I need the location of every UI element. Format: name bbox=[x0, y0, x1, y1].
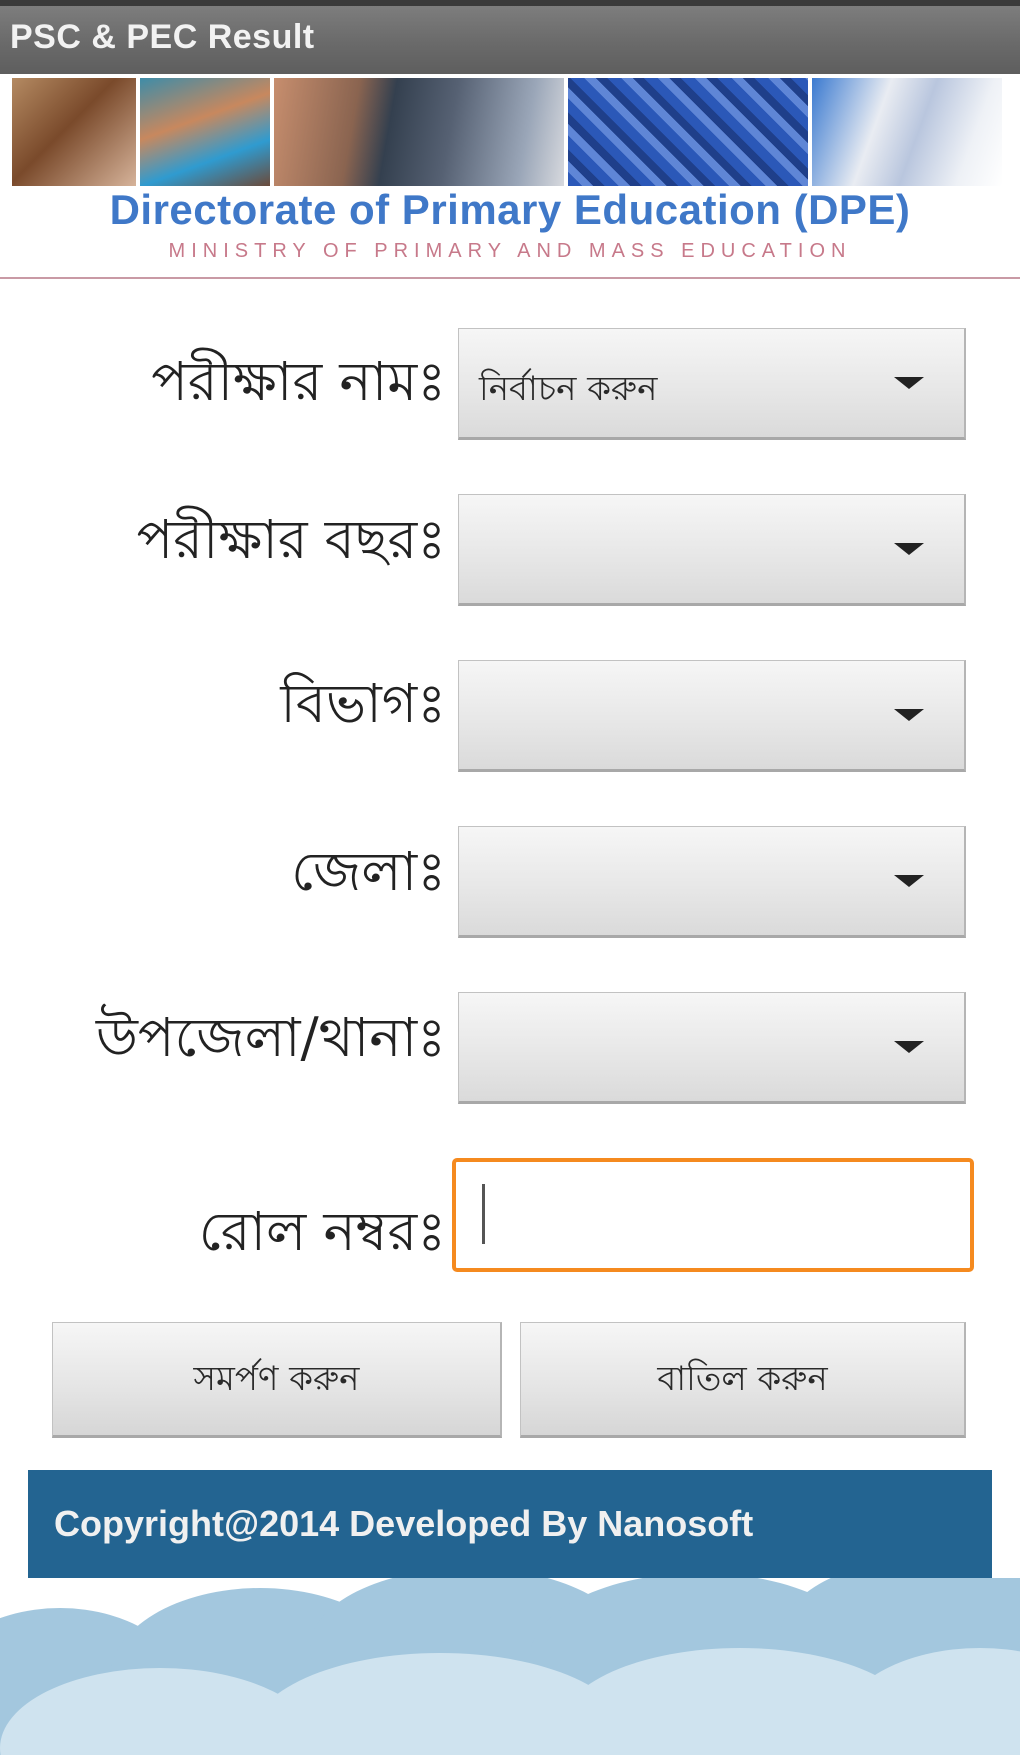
banner-photo-slate bbox=[274, 78, 564, 186]
roll-number-label: রোল নম্বরঃ bbox=[198, 1200, 446, 1263]
dropdown-arrow-icon bbox=[894, 1041, 924, 1053]
upazila-dropdown[interactable] bbox=[458, 992, 966, 1104]
dpe-banner: Directorate of Primary Education (DPE) M… bbox=[0, 74, 1020, 279]
title-bar: PSC & PEC Result bbox=[0, 0, 1020, 74]
cancel-button[interactable]: বাতিল করুন bbox=[520, 1322, 966, 1438]
banner-photo-crowd bbox=[568, 78, 808, 186]
text-cursor bbox=[482, 1184, 485, 1244]
banner-photo-classroom bbox=[812, 78, 1002, 186]
upazila-label: উপজেলা/থানাঃ bbox=[95, 1006, 446, 1069]
dropdown-arrow-icon bbox=[894, 875, 924, 887]
division-dropdown[interactable] bbox=[458, 660, 966, 772]
cloud-background bbox=[0, 1578, 1020, 1755]
submit-button[interactable]: সমর্পণ করুন bbox=[52, 1322, 502, 1438]
copyright-footer: Copyright@2014 Developed By Nanosoft bbox=[28, 1470, 992, 1578]
banner-title: Directorate of Primary Education (DPE) bbox=[109, 186, 911, 233]
division-label: বিভাগঃ bbox=[280, 672, 446, 735]
exam-name-dropdown[interactable]: নির্বাচন করুন bbox=[458, 328, 966, 440]
dropdown-arrow-icon bbox=[894, 709, 924, 721]
exam-year-dropdown[interactable] bbox=[458, 494, 966, 606]
exam-name-selected: নির্বাচন করুন bbox=[479, 369, 658, 409]
cloud-illustration bbox=[0, 1578, 1020, 1755]
app-screen: PSC & PEC Result Directorate of Primary … bbox=[0, 0, 1020, 1755]
dropdown-arrow-icon bbox=[894, 377, 924, 389]
exam-year-label: পরীক্ষার বছরঃ bbox=[136, 508, 446, 571]
banner-photo-children bbox=[140, 78, 270, 186]
district-dropdown[interactable] bbox=[458, 826, 966, 938]
district-label: জেলাঃ bbox=[291, 840, 446, 903]
dropdown-arrow-icon bbox=[894, 543, 924, 555]
app-title: PSC & PEC Result bbox=[10, 18, 315, 56]
banner-subtitle: Ministry of Primary and Mass Education bbox=[168, 240, 852, 262]
exam-name-label: পরীক্ষার নামঃ bbox=[151, 350, 446, 413]
roll-number-input[interactable] bbox=[452, 1158, 974, 1272]
banner-photo-child bbox=[12, 78, 136, 186]
